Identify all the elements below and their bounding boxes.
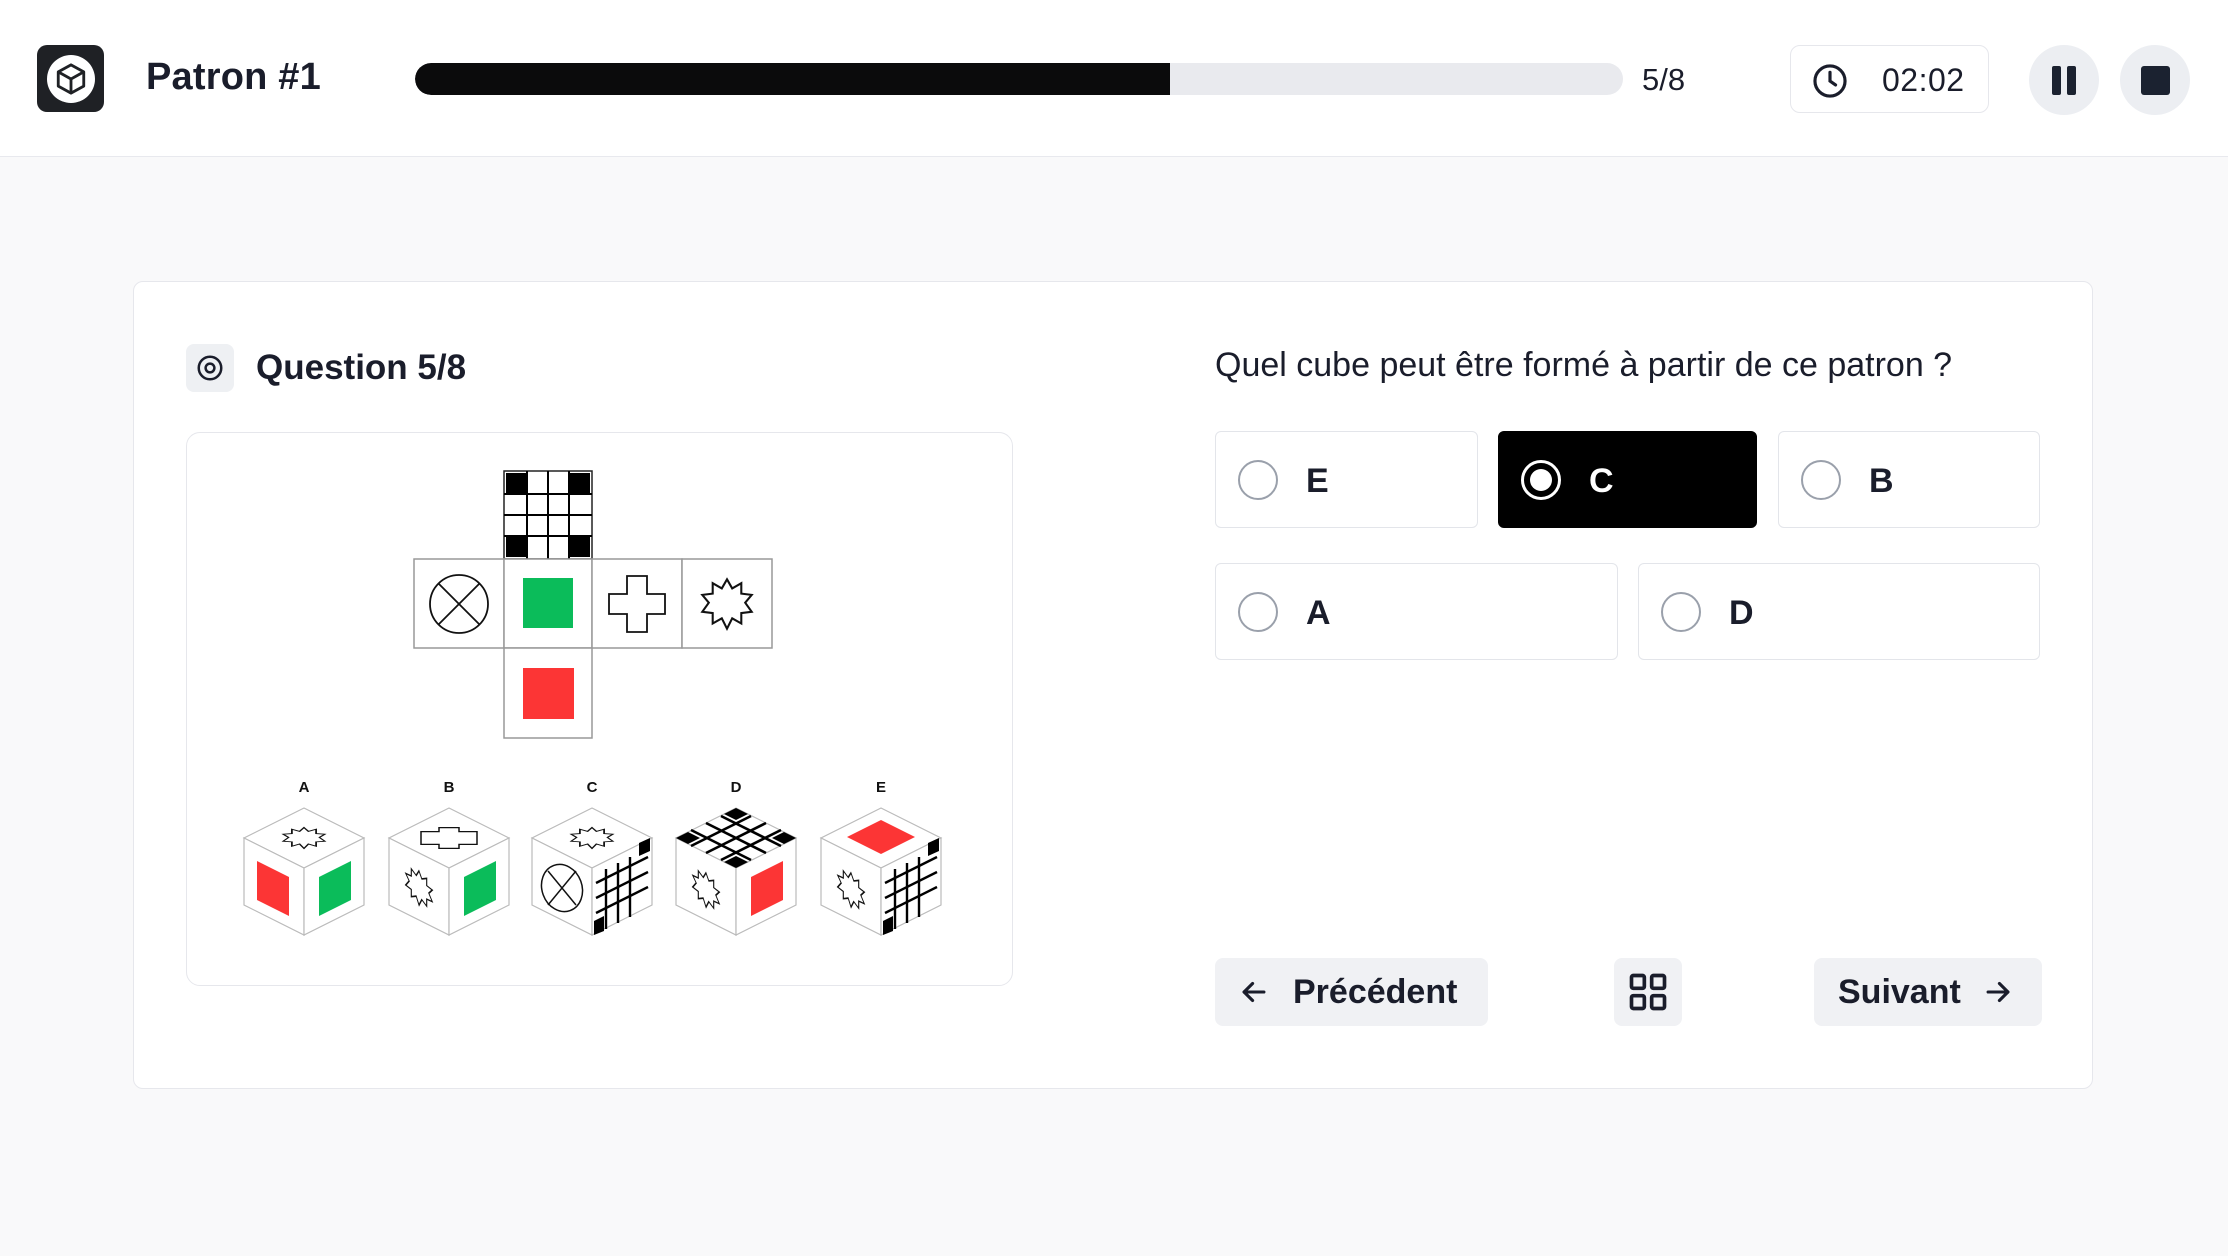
previous-button[interactable]: Précédent xyxy=(1215,958,1488,1026)
question-prompt: Quel cube peut être formé à partir de ce… xyxy=(1215,346,1953,384)
stop-icon xyxy=(2140,65,2170,95)
test-title: Patron #1 xyxy=(146,56,321,98)
radio-selected-icon xyxy=(1521,460,1561,500)
cube-icon xyxy=(56,62,85,95)
cube-e xyxy=(819,807,943,936)
cube-label-a: A xyxy=(299,779,310,796)
arrow-right-icon xyxy=(1986,981,2010,1003)
answer-option-c[interactable]: C xyxy=(1498,431,1757,528)
question-title: Question 5/8 xyxy=(256,348,467,387)
cube-label-b: B xyxy=(444,779,455,796)
radio-icon xyxy=(1661,592,1701,632)
target-icon xyxy=(186,344,234,392)
answer-label: E xyxy=(1306,462,1329,500)
cube-a xyxy=(242,807,366,936)
question-figure: A B C D E xyxy=(186,432,1013,986)
stop-button[interactable] xyxy=(2120,45,2190,115)
answer-option-e[interactable]: E xyxy=(1215,431,1478,528)
grid-icon xyxy=(1629,973,1667,1011)
radio-icon xyxy=(1238,460,1278,500)
answer-label: B xyxy=(1869,462,1894,500)
answer-option-b[interactable]: B xyxy=(1778,431,2040,528)
clock-icon xyxy=(1813,64,1847,98)
question-grid-button[interactable] xyxy=(1614,958,1682,1026)
progress-fill xyxy=(415,63,1170,95)
net-face-grid xyxy=(503,470,593,560)
arrow-left-icon xyxy=(1242,981,1266,1003)
answer-option-a[interactable]: A xyxy=(1215,563,1618,660)
answer-label: A xyxy=(1306,594,1331,632)
answer-option-d[interactable]: D xyxy=(1638,563,2040,660)
cube-c xyxy=(530,807,654,936)
top-bar: Patron #1 5/8 02:02 xyxy=(0,0,2228,157)
timer-value: 02:02 xyxy=(1882,62,1965,98)
cube-label-c: C xyxy=(587,779,598,796)
app-logo xyxy=(37,45,104,112)
cube-d xyxy=(674,807,798,936)
question-card: Question 5/8 A B C D E Quel cube peut êt… xyxy=(133,281,2093,1089)
timer: 02:02 xyxy=(1790,45,1989,113)
next-label: Suivant xyxy=(1838,972,1961,1011)
progress-bar xyxy=(415,63,1623,95)
answer-label: D xyxy=(1729,594,1754,632)
radio-icon xyxy=(1238,592,1278,632)
answer-label: C xyxy=(1589,462,1614,500)
previous-label: Précédent xyxy=(1293,972,1458,1011)
cube-b xyxy=(387,807,511,936)
pause-icon xyxy=(2049,65,2079,95)
cube-label-d: D xyxy=(731,779,742,796)
pause-button[interactable] xyxy=(2029,45,2099,115)
cube-label-e: E xyxy=(876,779,886,796)
radio-icon xyxy=(1801,460,1841,500)
next-button[interactable]: Suivant xyxy=(1814,958,2042,1026)
progress-label: 5/8 xyxy=(1642,62,1686,97)
